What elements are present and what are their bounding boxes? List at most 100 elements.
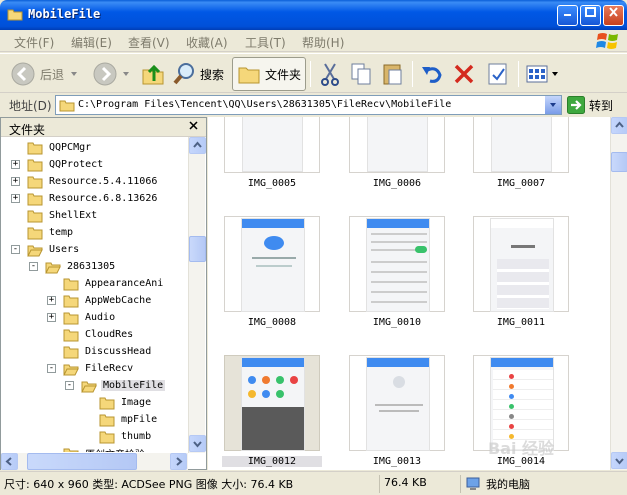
- tree-item[interactable]: - MobileFile: [65, 377, 166, 394]
- scroll-up-button[interactable]: [189, 137, 206, 154]
- views-button[interactable]: [525, 57, 559, 91]
- expand-icon[interactable]: +: [47, 313, 56, 322]
- tree-horizontal-scrollbar[interactable]: [1, 453, 188, 470]
- back-button[interactable]: 后退: [10, 57, 64, 91]
- collapse-icon[interactable]: -: [65, 381, 74, 390]
- up-folder-button[interactable]: [140, 57, 166, 91]
- folder-icon: [63, 346, 79, 358]
- title-bar[interactable]: MobileFile: [0, 0, 627, 30]
- tree-item[interactable]: thumb: [99, 428, 153, 445]
- tree-item[interactable]: CloudRes: [63, 326, 135, 343]
- scroll-right-button[interactable]: [170, 453, 187, 470]
- file-thumbnail[interactable]: [224, 117, 320, 173]
- menu-favorites[interactable]: 收藏(A): [186, 34, 228, 51]
- tree-item-label: AppearanceAni: [85, 278, 164, 289]
- toolbar-divider: [412, 61, 413, 87]
- collapse-icon[interactable]: -: [47, 364, 56, 373]
- search-button[interactable]: 搜索: [172, 57, 224, 91]
- paste-button[interactable]: [381, 57, 405, 91]
- scroll-down-button[interactable]: [611, 452, 627, 469]
- file-thumbnail[interactable]: [473, 117, 569, 173]
- scroll-down-button[interactable]: [189, 435, 206, 452]
- tree-item-label: 原创文章检验: [83, 446, 147, 452]
- scroll-thumb[interactable]: [27, 453, 137, 470]
- expand-icon[interactable]: +: [11, 160, 20, 169]
- address-label: 地址(D): [9, 99, 52, 113]
- file-name[interactable]: IMG_0010: [347, 317, 447, 328]
- file-name[interactable]: IMG_0011: [471, 317, 571, 328]
- expand-icon[interactable]: +: [11, 177, 20, 186]
- tree-item-label: ShellExt: [49, 210, 98, 221]
- forward-button[interactable]: [92, 57, 118, 91]
- close-panel-button[interactable]: [189, 119, 198, 134]
- folders-button[interactable]: 文件夹: [232, 57, 307, 91]
- tree-vertical-scrollbar[interactable]: [188, 137, 206, 453]
- maximize-button[interactable]: [580, 5, 601, 26]
- go-arrow-icon: [567, 96, 585, 114]
- folders-panel-title: 文件夹: [9, 123, 46, 137]
- tree-item[interactable]: 原创文章检验: [63, 445, 147, 452]
- undo-button[interactable]: [420, 57, 444, 91]
- tree-item[interactable]: Image: [99, 394, 153, 411]
- tree-item[interactable]: - FileRecv: [47, 360, 135, 377]
- tree-item[interactable]: mpFile: [99, 411, 159, 428]
- tree-item[interactable]: AppearanceAni: [63, 275, 165, 292]
- toolbar-divider: [518, 61, 519, 87]
- expand-icon[interactable]: +: [47, 296, 56, 305]
- file-name[interactable]: IMG_0012: [222, 456, 322, 467]
- tree-item[interactable]: + Audio: [47, 309, 117, 326]
- menu-file[interactable]: 文件(F): [14, 34, 54, 51]
- go-button[interactable]: 转到: [567, 95, 613, 115]
- tree-item[interactable]: + Resource.5.4.11066: [11, 173, 159, 190]
- tree-item[interactable]: DiscussHead: [63, 343, 153, 360]
- file-thumbnail[interactable]: [349, 117, 445, 173]
- close-button[interactable]: [603, 5, 624, 26]
- properties-button[interactable]: [486, 57, 510, 91]
- undo-icon: [422, 67, 442, 83]
- copy-button[interactable]: [349, 57, 373, 91]
- scroll-up-button[interactable]: [611, 117, 627, 134]
- address-input[interactable]: C:\Program Files\Tencent\QQ\Users\286313…: [55, 95, 562, 115]
- file-name[interactable]: IMG_0006: [347, 178, 447, 189]
- file-thumbnail[interactable]: [473, 216, 569, 312]
- file-thumbnail[interactable]: [224, 216, 320, 312]
- scroll-left-button[interactable]: [1, 453, 18, 470]
- content-vertical-scrollbar[interactable]: [610, 117, 627, 470]
- tree-item[interactable]: - 28631305: [29, 258, 117, 275]
- properties-icon: [488, 63, 507, 85]
- tree-item[interactable]: - Users: [11, 241, 81, 258]
- delete-button[interactable]: [452, 57, 476, 91]
- menu-help[interactable]: 帮助(H): [302, 34, 344, 51]
- file-thumbnail[interactable]: [224, 355, 320, 451]
- menu-tools[interactable]: 工具(T): [245, 34, 286, 51]
- back-history-dropdown[interactable]: [70, 57, 78, 91]
- folder-tree[interactable]: QQPCMgr + QQProtect + Resource.5.4.11066 + Res…: [1, 137, 188, 452]
- scroll-thumb[interactable]: [611, 152, 627, 172]
- menu-view[interactable]: 查看(V): [128, 34, 170, 51]
- address-dropdown-button[interactable]: [544, 96, 561, 114]
- file-name[interactable]: IMG_0007: [471, 178, 571, 189]
- tree-item[interactable]: + AppWebCache: [47, 292, 153, 309]
- tree-item[interactable]: ShellExt: [27, 207, 99, 224]
- folder-icon: [59, 100, 75, 112]
- tree-item[interactable]: temp: [27, 224, 75, 241]
- menu-edit[interactable]: 编辑(E): [71, 34, 112, 51]
- file-view[interactable]: IMG_0005 IMG_0006 IMG_0007 IMG_0008 IMG_…: [208, 117, 610, 470]
- tree-item[interactable]: + Resource.6.8.13626: [11, 190, 159, 207]
- file-name[interactable]: IMG_0008: [222, 317, 322, 328]
- collapse-icon[interactable]: -: [29, 262, 38, 271]
- file-thumbnail[interactable]: [349, 216, 445, 312]
- tree-item[interactable]: + QQProtect: [11, 156, 105, 173]
- forward-history-dropdown[interactable]: [122, 57, 130, 91]
- chevron-up-icon: [615, 121, 624, 128]
- collapse-icon[interactable]: -: [11, 245, 20, 254]
- minimize-button[interactable]: [557, 5, 578, 26]
- file-name[interactable]: IMG_0005: [222, 178, 322, 189]
- file-thumbnail[interactable]: [349, 355, 445, 451]
- expand-icon[interactable]: +: [11, 194, 20, 203]
- folder-icon: [7, 9, 23, 21]
- tree-item[interactable]: QQPCMgr: [27, 139, 93, 156]
- cut-button[interactable]: [318, 57, 342, 91]
- file-name[interactable]: IMG_0013: [347, 456, 447, 467]
- scroll-thumb[interactable]: [189, 236, 206, 262]
